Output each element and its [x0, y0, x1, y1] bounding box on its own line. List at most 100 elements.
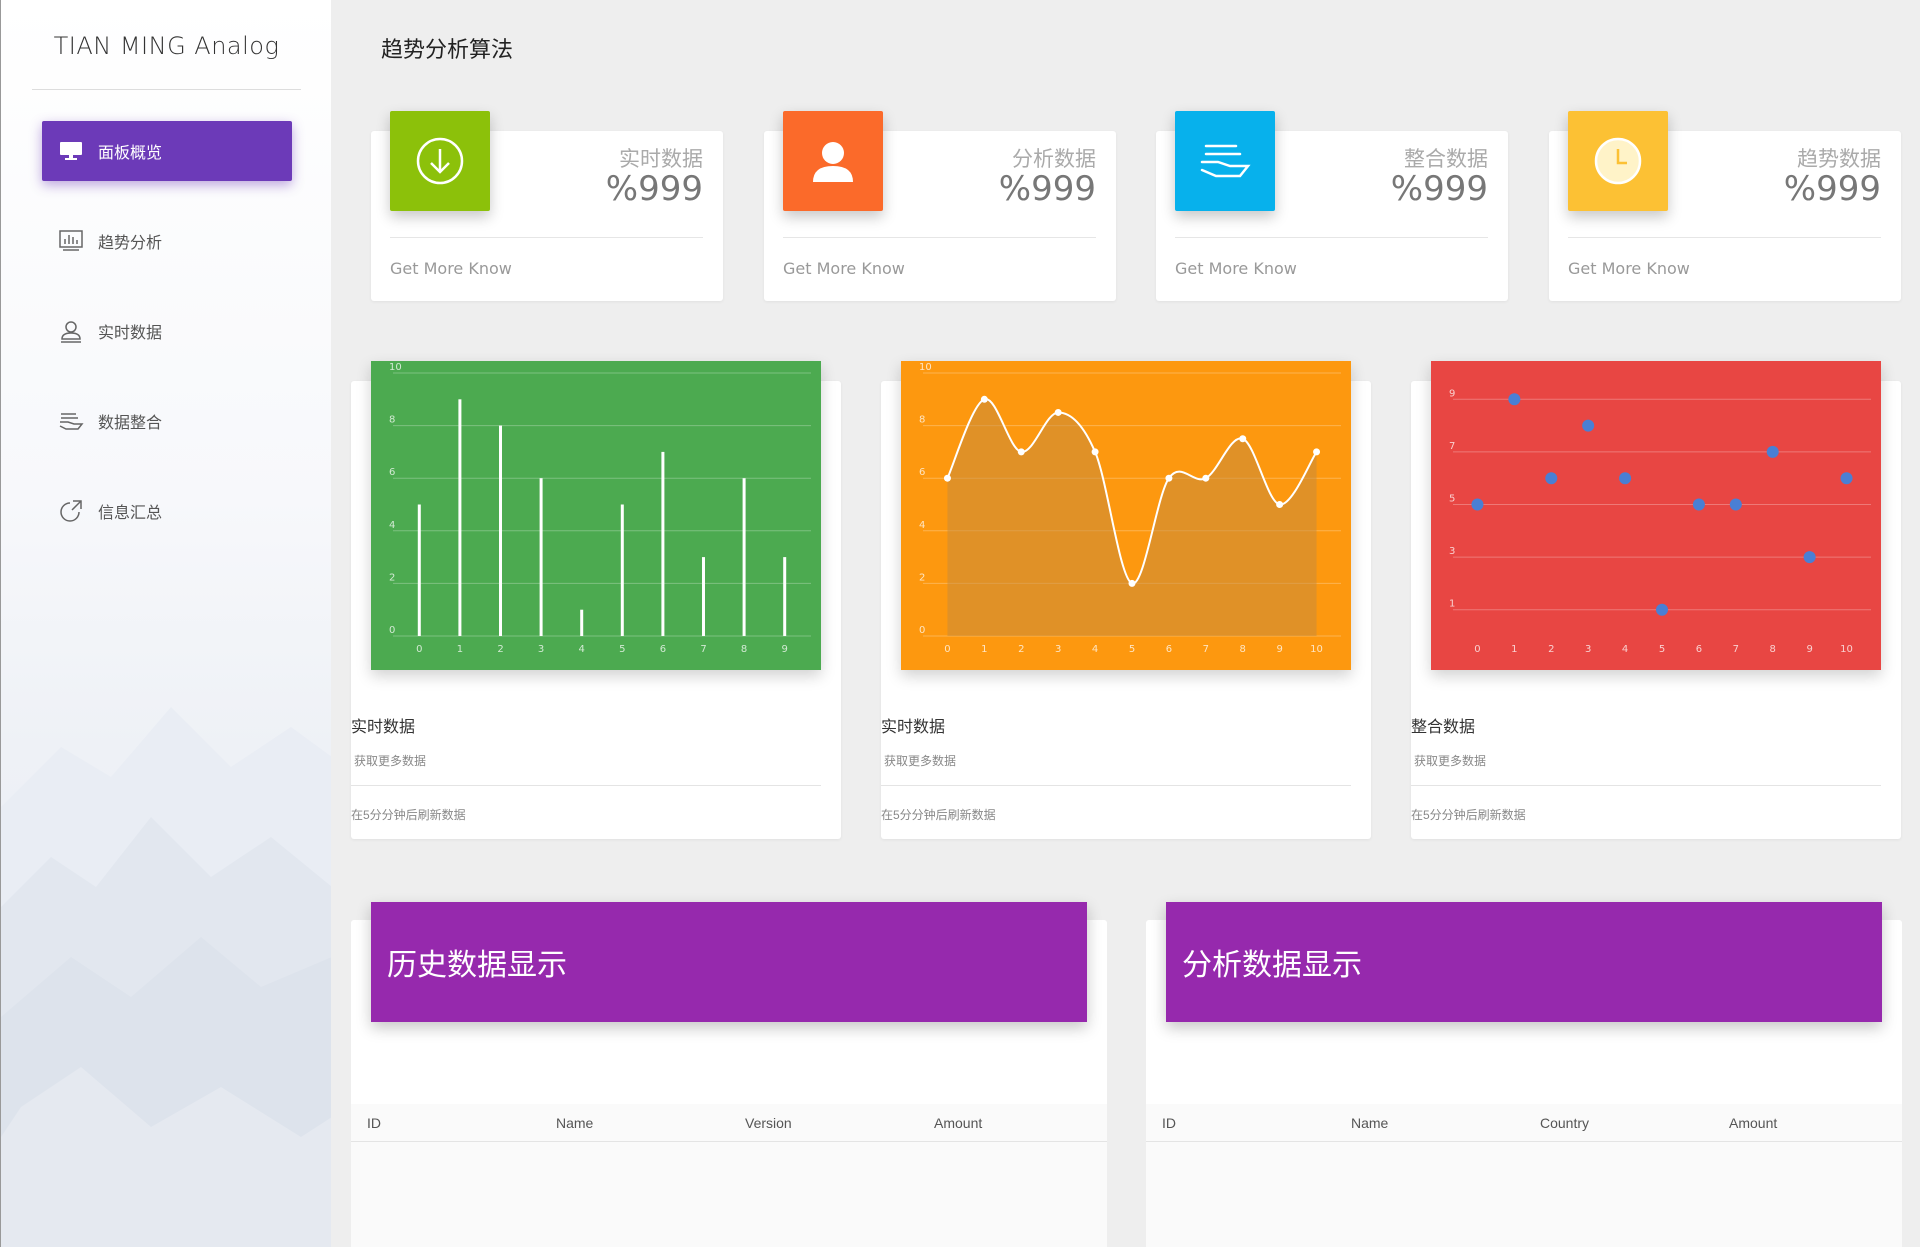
- column-header[interactable]: ID: [351, 1115, 540, 1131]
- column-header[interactable]: ID: [1146, 1115, 1335, 1131]
- x-tick-label: 4: [1622, 644, 1628, 655]
- y-tick-label: 1: [1449, 599, 1455, 610]
- x-tick-label: 4: [579, 644, 585, 655]
- x-tick-label: 0: [944, 644, 950, 655]
- x-tick-label: 8: [1770, 644, 1776, 655]
- stat-card-integration[interactable]: 整合数据 %999 Get More Know: [1156, 111, 1508, 301]
- data-point: [1692, 498, 1705, 511]
- y-tick-label: 2: [389, 572, 395, 583]
- column-header[interactable]: Amount: [918, 1115, 1107, 1131]
- x-tick-label: 5: [619, 644, 625, 655]
- x-tick-label: 2: [1018, 644, 1024, 655]
- data-point: [1165, 474, 1173, 482]
- get-more-link[interactable]: Get More Know: [783, 259, 905, 278]
- x-tick-label: 6: [1696, 644, 1702, 655]
- x-tick-label: 0: [1474, 644, 1480, 655]
- mountain-background-image: [1, 707, 331, 1247]
- share-icon: [58, 498, 84, 524]
- bar: [742, 478, 746, 636]
- column-header[interactable]: Name: [1335, 1115, 1524, 1131]
- bar: [499, 425, 502, 636]
- sidebar-item-trend[interactable]: 趋势分析: [42, 211, 292, 271]
- table-header: ID Name Version Amount: [351, 1104, 1107, 1142]
- get-more-link[interactable]: Get More Know: [1568, 259, 1690, 278]
- user-icon: [58, 318, 84, 344]
- stat-value: %999: [1783, 169, 1881, 209]
- stat-card-realtime[interactable]: 实时数据 %999 Get More Know: [371, 111, 723, 301]
- data-point: [1128, 579, 1136, 587]
- y-tick-label: 5: [1449, 494, 1455, 505]
- x-tick-label: 4: [1092, 644, 1098, 655]
- data-point: [1729, 498, 1742, 511]
- y-tick-label: 10: [389, 362, 402, 373]
- hand-money-icon: [58, 408, 84, 434]
- data-point: [1803, 551, 1816, 564]
- x-tick-label: 1: [1511, 644, 1517, 655]
- x-tick-label: 1: [981, 644, 987, 655]
- chart-subtitle: 获取更多数据: [1414, 754, 1487, 768]
- table-body: [1146, 1142, 1902, 1247]
- sidebar-item-realtime[interactable]: 实时数据: [42, 301, 292, 361]
- x-tick-label: 1: [457, 644, 463, 655]
- divider: [390, 237, 703, 238]
- stat-card-trend[interactable]: 趋势数据 %999 Get More Know: [1549, 111, 1901, 301]
- divider: [1568, 237, 1881, 238]
- table-banner-title: 分析数据显示: [1166, 902, 1882, 1022]
- divider: [783, 237, 1096, 238]
- get-more-link[interactable]: Get More Know: [390, 259, 512, 278]
- table-body: [351, 1142, 1107, 1247]
- stat-card-analysis[interactable]: 分析数据 %999 Get More Know: [764, 111, 1116, 301]
- bar: [702, 557, 705, 636]
- data-point: [1239, 435, 1247, 443]
- bar: [620, 504, 624, 636]
- brand-logo-text: TIAN MING Analog: [32, 26, 301, 90]
- chart-card-area: 0 2 4 6 8 10 0 1 2 3 4 5 6 7 8 9 10 实时数据 获取更多数据 在5分分钟后刷新…: [881, 361, 1371, 839]
- data-point: [1471, 498, 1484, 511]
- stat-value: %999: [998, 169, 1096, 209]
- history-table-card: 历史数据显示 ID Name Version Amount: [351, 902, 1107, 1247]
- y-tick-label: 6: [389, 467, 395, 478]
- scatter-chart-svg: 1 3 5 7 9 0 1 2 3 4 5 6 7 8 9 10: [1449, 388, 1871, 655]
- sidebar-item-summary[interactable]: 信息汇总: [42, 481, 292, 541]
- scatter-chart: 1 3 5 7 9 0 1 2 3 4 5 6 7 8 9 10: [1431, 361, 1881, 670]
- area-chart-svg: 0 2 4 6 8 10 0 1 2 3 4 5 6 7 8 9 10: [919, 362, 1341, 655]
- column-header[interactable]: Version: [729, 1115, 918, 1131]
- x-tick-label: 6: [660, 644, 666, 655]
- bar: [661, 451, 665, 636]
- sidebar-item-dashboard[interactable]: 面板概览: [42, 121, 292, 181]
- bar: [539, 478, 543, 636]
- x-tick-label: 10: [1840, 644, 1853, 655]
- sidebar-item-label: 趋势分析: [98, 235, 163, 252]
- stat-tile: [783, 111, 883, 211]
- y-tick-label: 9: [1449, 388, 1455, 399]
- column-header[interactable]: Amount: [1713, 1115, 1902, 1131]
- y-tick-label: 8: [919, 415, 925, 426]
- stat-value: %999: [1390, 169, 1488, 209]
- x-tick-label: 9: [1806, 644, 1812, 655]
- x-tick-label: 10: [1310, 644, 1323, 655]
- y-tick-label: 10: [919, 362, 932, 373]
- chart-subtitle: 获取更多数据: [884, 754, 957, 768]
- column-header[interactable]: Country: [1524, 1115, 1713, 1131]
- x-tick-label: 8: [1240, 644, 1246, 655]
- data-point: [943, 474, 951, 482]
- table-header: ID Name Country Amount: [1146, 1104, 1902, 1142]
- y-tick-label: 3: [1449, 546, 1455, 557]
- get-more-link[interactable]: Get More Know: [1175, 259, 1297, 278]
- page-title: 趋势分析算法: [381, 37, 514, 62]
- area-chart: 0 2 4 6 8 10 0 1 2 3 4 5 6 7 8 9 10: [901, 361, 1351, 670]
- download-circle-icon: [416, 137, 464, 185]
- column-header[interactable]: Name: [540, 1115, 729, 1131]
- x-tick-label: 7: [700, 644, 706, 655]
- y-tick-label: 7: [1449, 441, 1455, 452]
- stat-value: %999: [605, 169, 703, 209]
- bar: [580, 609, 584, 636]
- sidebar: TIAN MING Analog 面板概览 趋势分析 实时数据 数据整合 信息汇…: [0, 0, 331, 1247]
- bar: [783, 557, 787, 636]
- sidebar-item-integration[interactable]: 数据整合: [42, 391, 292, 451]
- bar-chart-icon: [58, 228, 84, 254]
- bar-chart-svg: 0 2 4 6 8 10 0 1 2 3 4 5 6 7 8 9: [389, 362, 811, 655]
- data-point: [1656, 603, 1668, 616]
- divider: [1411, 785, 1881, 786]
- data-point: [1017, 448, 1025, 456]
